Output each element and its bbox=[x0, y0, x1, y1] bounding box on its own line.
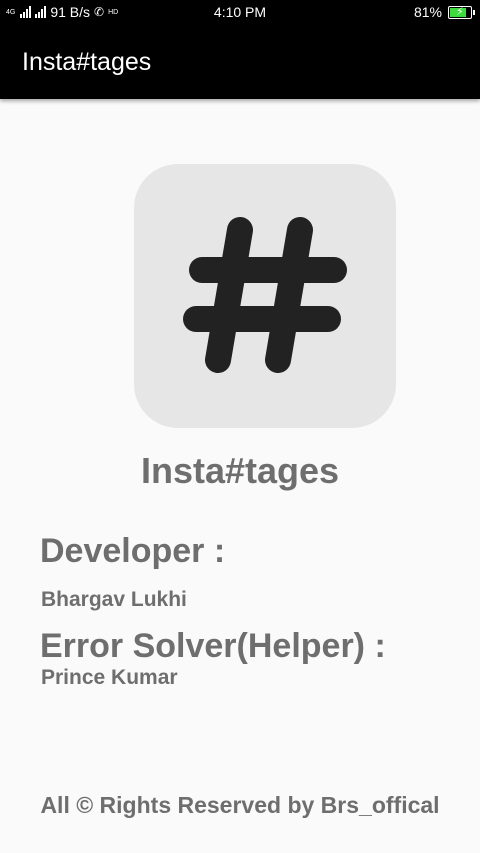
battery-icon: ⚡ bbox=[448, 5, 475, 19]
status-bar: 4G 91 B/s ✆ HD 4:10 PM 81% ⚡ bbox=[0, 0, 480, 24]
status-time: 4:10 PM bbox=[213, 4, 267, 20]
footer-copyright: All © Rights Reserved by Brs_offical bbox=[40, 792, 440, 818]
app-name: Insta#tages bbox=[140, 450, 340, 491]
battery-percent: 81% bbox=[413, 4, 442, 20]
app-logo bbox=[134, 164, 396, 428]
hashtag-icon bbox=[183, 217, 347, 373]
charging-icon: ⚡ bbox=[456, 5, 464, 18]
app-bar-title: Insta#tages bbox=[22, 48, 152, 76]
developer-label: Developer : bbox=[40, 532, 226, 570]
status-right: 81% ⚡ bbox=[413, 4, 475, 20]
developer-name: Bhargav Lukhi bbox=[41, 588, 187, 611]
helper-name: Prince Kumar bbox=[41, 666, 178, 689]
app-bar: Insta#tages bbox=[0, 24, 480, 99]
helper-label: Error Solver(Helper) : bbox=[40, 627, 386, 665]
